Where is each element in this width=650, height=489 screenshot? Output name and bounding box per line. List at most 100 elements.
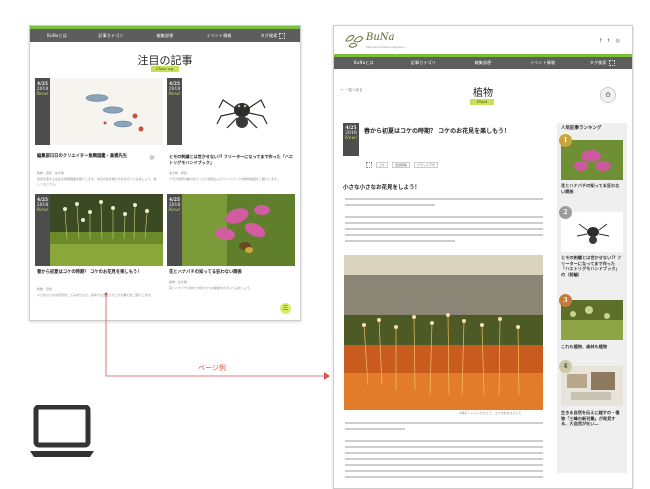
fish-photo [35, 78, 163, 145]
laptop-icon [30, 405, 94, 457]
body-text-line [345, 228, 543, 230]
card-title[interactable]: 編集部日日のクリエイター魚類図鑑・高橋先生 [37, 154, 137, 160]
body-text-line [345, 204, 435, 206]
logo-subtitle: Satoyama Nature Magazine [366, 45, 405, 49]
moss-photo [35, 194, 163, 266]
ranking-title[interactable]: ヒモの刺繍とは世かせない!? フリーターになってまで作った「ハエトリグモハンドブ… [561, 255, 623, 278]
article-lead: 小さな小さなお花見をしよう！ [343, 185, 421, 191]
ranking-item[interactable]: 3 これも植物、森林も植物 [559, 294, 623, 360]
article-card[interactable]: 4/25 2018 New! 編集部日日のクリエイター魚類図鑑・高橋先生 植物 … [35, 78, 163, 188]
body-text-line [345, 452, 543, 454]
ranking-title[interactable]: 生きる自然を伝えに越すの・植物「三峰の新刊集」が発見する、大自然が吐い… [561, 410, 623, 427]
flower-photo [167, 194, 295, 266]
date-box: 4/25 2018 New! [35, 194, 50, 266]
article-card[interactable]: 4/25 2018 New! ヒモの刺繍とは世かせない!? フリーターになってま… [167, 78, 295, 188]
ranking-thumbnail [561, 300, 623, 340]
new-badge: New! [168, 208, 181, 213]
card-meta: 生き物 · 研究 [169, 171, 187, 175]
left-nav-item[interactable]: 編集部便 [138, 33, 192, 39]
rank-badge: 3 [559, 294, 572, 307]
card-excerpt: クモの世界の魅力をたっぷり詰め込んだハンドブックの制作秘話をご紹介します。 [169, 177, 280, 181]
grid-icon [608, 60, 615, 66]
ranking-item[interactable]: 4 生きる自然を伝えに越すの・植物「三峰の新刊集」が発見する、大自然が吐い… [559, 360, 623, 450]
category-title: 植物 [473, 88, 493, 99]
rank-badge: 1 [559, 134, 572, 147]
article-card[interactable]: 4/25 2018 New! 花とハナバチの知ってる狂わない関係 植物 · 生き… [167, 194, 295, 304]
card-title[interactable]: 春から初夏はコケの時期？ コケのお花見を楽しもう！ [37, 270, 147, 276]
arrow-label: ページ例 [198, 364, 226, 372]
card-title[interactable]: 花とハナバチの知ってる狂わない関係 [169, 270, 293, 276]
article-card[interactable]: 4/25 2018 New! 春から初夏はコケの時期？ コケのお花見を楽しもう！… [35, 194, 163, 304]
right-nav-item[interactable]: イベント情報 [513, 60, 573, 66]
body-text-line [345, 428, 405, 430]
rank-badge: 4 [559, 360, 572, 373]
right-nav-item[interactable]: 編集部便 [453, 60, 513, 66]
date-box: 4/25 2018 New! [167, 78, 182, 145]
new-badge: New! [36, 92, 49, 97]
article-new-badge: New! [344, 136, 358, 141]
body-text-line [345, 234, 543, 236]
right-nav-item[interactable]: BuNaとは [334, 60, 394, 66]
ranking-title[interactable]: これも植物、森林も植物 [561, 344, 623, 350]
body-text-line [345, 476, 543, 478]
body-text-line [345, 240, 455, 242]
left-nav-item[interactable]: BuNaとは [30, 33, 84, 39]
tag-search-label: タグ検索 [260, 32, 278, 38]
date-box: 4/25 2018 New! [35, 78, 50, 145]
logo-leaves-icon [345, 35, 364, 48]
right-nav-bar: BuNaとは 記事カテゴリ 編集部便 イベント情報 タグ検索 [334, 54, 632, 69]
social-links: f t ◎ [600, 38, 620, 44]
spider-photo [167, 78, 295, 145]
ranking-title[interactable]: 花とハナバチの知ってる狂わない関係 [561, 183, 623, 194]
left-nav-item[interactable]: 記事カテゴリ [84, 33, 138, 39]
body-text-line [345, 422, 543, 424]
body-text-line [345, 440, 543, 442]
category-tag: Plant [470, 99, 494, 105]
rank-badge: 2 [559, 206, 572, 219]
card-title[interactable]: ヒモの刺繍とは世かせない!? フリーターになってまで作った「ハエトリグモハンドブ… [169, 154, 293, 165]
article-tag[interactable]: コケ [376, 162, 389, 168]
body-text-line [345, 222, 543, 224]
left-nav-bar: BuNaとは 記事カテゴリ 編集部便 イベント情報 タグ検索 [30, 26, 300, 42]
body-text-line [345, 216, 543, 218]
article-tag[interactable]: フラットデザ [414, 162, 439, 168]
logo[interactable]: BuNa [366, 32, 395, 43]
right-nav-item[interactable]: タグ検索 [572, 60, 632, 66]
date-box: 4/25 2018 New! [167, 194, 182, 266]
ranking-thumbnail [561, 140, 623, 180]
category-plant-icon: ✿ [600, 87, 616, 103]
new-badge: New! [36, 208, 49, 213]
ranking-item[interactable]: 2 ヒモの刺繍とは世かせない!? フリーターになってまで作った「ハエトリグモハン… [559, 206, 623, 286]
article-tag[interactable]: 自然観察 [392, 162, 411, 168]
ranking-item[interactable]: 1 花とハナバチの知ってる狂わない関係 [559, 134, 623, 206]
twitter-icon[interactable]: t [608, 38, 610, 44]
fish-icon: ✲ [149, 154, 155, 162]
instagram-icon[interactable]: ◎ [616, 38, 620, 44]
right-nav-item[interactable]: 記事カテゴリ [394, 60, 454, 66]
ranking-heading: 人気記事ランキング [561, 126, 602, 131]
article-title: 春から初夏はコケの時期？ コケのお花見を楽しもう！ [364, 128, 510, 135]
body-text-line [345, 446, 543, 448]
card-excerpt: 花とハナバチの持ちつ持たれつの関係をのぞいてみましょう。 [169, 286, 253, 290]
card-meta: 植物 · 生き物 [169, 280, 187, 284]
top-page-mockup: BuNaとは 記事カテゴリ 編集部便 イベント情報 タグ検索 注目の記事 Clo… [29, 25, 301, 321]
article-page-mockup: BuNa Satoyama Nature Magazine f t ◎ BuNa… [333, 25, 633, 489]
grid-icon [279, 32, 286, 39]
body-text-line [345, 464, 543, 466]
facebook-icon[interactable]: f [600, 38, 602, 44]
ranking-thumbnail [561, 366, 623, 406]
tag-search-label: タグ検索 [589, 60, 607, 65]
left-nav-item[interactable]: タグ検索 [246, 32, 300, 39]
article-date-box: 4/25 2018 New! [343, 123, 359, 156]
body-text-line [345, 458, 543, 460]
tag-grid-icon [366, 162, 372, 168]
card-meta: 植物 · 自然 · 生き物 [37, 171, 64, 175]
new-badge: New! [168, 92, 181, 97]
ranking-thumbnail [561, 212, 623, 252]
body-text-line [345, 470, 543, 472]
photo-caption: ※胞子レトルトのキビで、コケが水をはじいた [459, 411, 522, 415]
body-text-line [345, 198, 543, 200]
card-excerpt: 自然を愛する先生の魚類図鑑を紹介します。水辺の生き物たちをのぞいてみましょう。詳… [37, 177, 157, 186]
card-meta: 植物 · 自然 [37, 287, 52, 291]
left-nav-item[interactable]: イベント情報 [192, 33, 246, 39]
